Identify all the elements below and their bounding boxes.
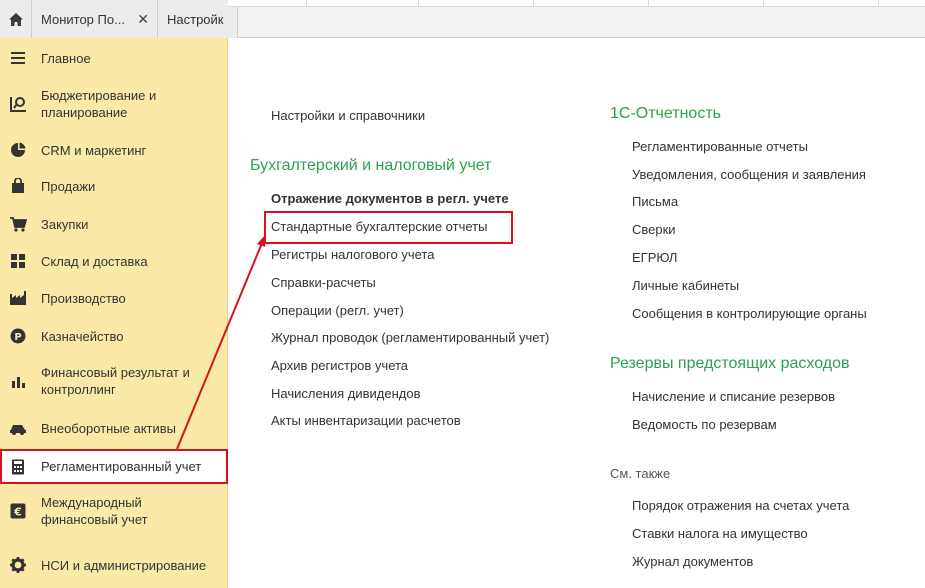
sidebar-item-label: Внеоборотные активы bbox=[41, 420, 177, 436]
sidebar-item-ifrs[interactable]: € Международный финансовый учет bbox=[0, 491, 228, 531]
link-messages-to-authorities[interactable]: Сообщения в контролирующие органы bbox=[632, 306, 867, 321]
sidebar-item-label: CRM и маркетинг bbox=[41, 142, 147, 158]
section-content: Настройки и справочники Бухгалтерский и … bbox=[229, 8, 925, 588]
close-icon[interactable]: ✕ bbox=[137, 11, 149, 28]
sidebar-item-financial-result[interactable]: Финансовый результат и контроллинг bbox=[0, 361, 228, 401]
sidebar-item-main[interactable]: Главное bbox=[0, 44, 228, 72]
sidebar-item-regulated-accounting[interactable]: Регламентированный учет bbox=[0, 449, 228, 484]
sidebar-item-label: Главное bbox=[41, 50, 91, 66]
bar-chart-icon bbox=[9, 372, 27, 390]
svg-text:€: € bbox=[13, 506, 22, 519]
link-reserves-statement[interactable]: Ведомость по резервам bbox=[632, 417, 777, 432]
link-accounting-order[interactable]: Порядок отражения на счетах учета bbox=[632, 498, 849, 513]
home-icon bbox=[8, 12, 23, 26]
sections-sidebar: Главное Бюджетирование и планирование CR… bbox=[0, 38, 228, 588]
sidebar-item-production[interactable]: Производство bbox=[0, 284, 228, 312]
link-regulated-reports[interactable]: Регламентированные отчеты bbox=[632, 139, 808, 154]
sidebar-item-label: Продажи bbox=[41, 178, 96, 194]
svg-text:P: P bbox=[14, 332, 21, 343]
link-tax-registers[interactable]: Регистры налогового учета bbox=[271, 247, 434, 262]
car-icon bbox=[9, 419, 27, 437]
sidebar-item-purchases[interactable]: Закупки bbox=[0, 210, 228, 238]
link-calculation-certificates[interactable]: Справки-расчеты bbox=[271, 275, 376, 290]
sidebar-item-label: Казначейство bbox=[41, 328, 124, 344]
sidebar-item-fixed-assets[interactable]: Внеоборотные активы bbox=[0, 414, 228, 442]
tab-monitor[interactable]: Монитор По... ✕ bbox=[32, 0, 158, 38]
tab-settings-label: Настройк bbox=[167, 11, 224, 27]
tab-monitor-label: Монитор По... bbox=[41, 11, 125, 27]
warehouse-grid-icon bbox=[9, 252, 27, 270]
sidebar-item-admin[interactable]: НСИ и администрирование bbox=[0, 545, 228, 585]
link-entries-journal[interactable]: Журнал проводок (регламентированный учет… bbox=[271, 330, 549, 345]
link-letters[interactable]: Письма bbox=[632, 194, 678, 209]
link-dividends[interactable]: Начисления дивидендов bbox=[271, 386, 421, 401]
link-standard-reports[interactable]: Стандартные бухгалтерские отчеты bbox=[271, 219, 487, 234]
link-document-reflection[interactable]: Отражение документов в регл. учете bbox=[271, 191, 509, 206]
section-tab-strip bbox=[228, 0, 925, 7]
sidebar-item-label: Бюджетирование и планирование bbox=[41, 88, 157, 120]
link-notifications[interactable]: Уведомления, сообщения и заявления bbox=[632, 167, 866, 182]
sidebar-item-label: НСИ и администрирование bbox=[41, 557, 207, 573]
sidebar-item-label: Финансовый результат и контроллинг bbox=[41, 365, 190, 397]
sidebar-item-warehouse[interactable]: Склад и доставка bbox=[0, 247, 228, 275]
accounting-section-title: Бухгалтерский и налоговый учет bbox=[250, 157, 492, 174]
see-also-title: См. также bbox=[610, 466, 671, 481]
sidebar-item-sales[interactable]: Продажи bbox=[0, 172, 228, 200]
sidebar-item-label: Международный финансовый учет bbox=[41, 495, 148, 527]
link-reconciliations[interactable]: Сверки bbox=[632, 222, 676, 237]
link-registers-archive[interactable]: Архив регистров учета bbox=[271, 358, 408, 373]
cart-icon bbox=[9, 215, 27, 233]
reserves-section-title: Резервы предстоящих расходов bbox=[610, 355, 850, 372]
settings-and-references-link[interactable]: Настройки и справочники bbox=[271, 108, 425, 123]
sidebar-item-label: Склад и доставка bbox=[41, 253, 148, 269]
sidebar-item-label: Закупки bbox=[41, 216, 89, 232]
menu-icon bbox=[9, 49, 27, 67]
home-button[interactable] bbox=[0, 0, 32, 38]
coin-icon: P bbox=[9, 327, 27, 345]
gear-icon bbox=[9, 556, 27, 574]
sidebar-item-label: Производство bbox=[41, 290, 126, 306]
link-egrul[interactable]: ЕГРЮЛ bbox=[632, 250, 677, 265]
sidebar-item-label: Регламентированный учет bbox=[41, 459, 202, 474]
calculator-icon bbox=[9, 458, 27, 476]
sidebar-item-budgeting[interactable]: Бюджетирование и планирование bbox=[0, 84, 228, 124]
link-documents-journal[interactable]: Журнал документов bbox=[632, 554, 753, 569]
reporting-section-title: 1С-Отчетность bbox=[610, 105, 721, 122]
factory-icon bbox=[9, 289, 27, 307]
link-operations[interactable]: Операции (регл. учет) bbox=[271, 303, 404, 318]
tab-settings[interactable]: Настройк bbox=[158, 0, 238, 38]
budget-chart-icon bbox=[9, 95, 27, 113]
link-inventory-acts[interactable]: Акты инвентаризации расчетов bbox=[271, 413, 461, 428]
shopping-bag-icon bbox=[9, 177, 27, 195]
sidebar-item-treasury[interactable]: P Казначейство bbox=[0, 322, 228, 350]
euro-icon: € bbox=[9, 502, 27, 520]
sidebar-item-crm[interactable]: CRM и маркетинг bbox=[0, 136, 228, 164]
pie-chart-icon bbox=[9, 141, 27, 159]
link-reserves-accrual[interactable]: Начисление и списание резервов bbox=[632, 389, 835, 404]
link-property-tax-rates[interactable]: Ставки налога на имущество bbox=[632, 526, 808, 541]
link-personal-accounts[interactable]: Личные кабинеты bbox=[632, 278, 739, 293]
